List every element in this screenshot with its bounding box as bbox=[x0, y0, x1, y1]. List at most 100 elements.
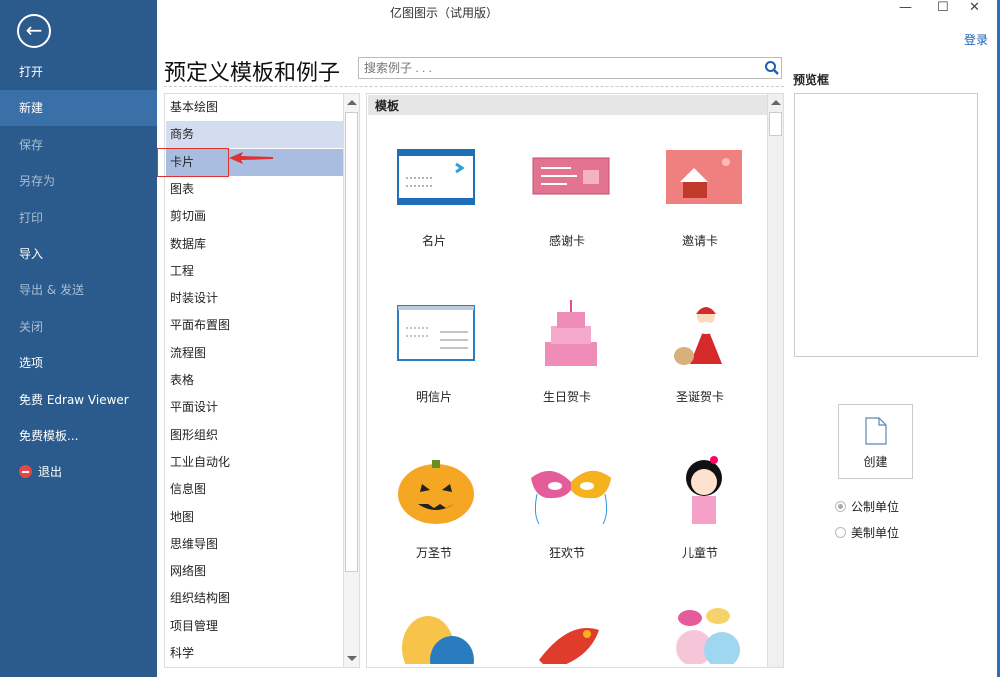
category-item[interactable]: 平面布置图 bbox=[166, 312, 344, 339]
sidebar-item[interactable]: 免费 Edraw Viewer bbox=[0, 382, 157, 418]
sidebar-item-label: 导入 bbox=[19, 247, 43, 261]
page-title: 预定义模板和例子 bbox=[164, 55, 340, 87]
back-arrow-icon[interactable]: ← bbox=[17, 14, 51, 48]
template-tile[interactable]: 生日贺卡 bbox=[502, 276, 632, 426]
category-item[interactable]: 工程 bbox=[166, 258, 344, 285]
sidebar-item-label: 新建 bbox=[19, 101, 43, 115]
category-item[interactable]: 时装设计 bbox=[166, 285, 344, 312]
template-tile[interactable]: 万圣节 bbox=[369, 432, 499, 582]
red-arrow-annotation bbox=[229, 151, 273, 165]
template-thumbnail-icon bbox=[660, 604, 748, 664]
category-item[interactable]: 商务 bbox=[166, 121, 344, 148]
template-tile[interactable] bbox=[635, 588, 765, 666]
category-item[interactable]: 工业自动化 bbox=[166, 449, 344, 476]
create-label: 创建 bbox=[839, 453, 912, 470]
us-units-radio[interactable]: 美制单位 bbox=[835, 524, 899, 541]
category-item[interactable]: 项目管理 bbox=[166, 613, 344, 640]
template-thumbnail-icon bbox=[527, 298, 615, 370]
template-tile[interactable]: 狂欢节 bbox=[502, 432, 632, 582]
template-thumbnail-icon bbox=[660, 298, 748, 370]
category-item[interactable]: 基本绘图 bbox=[166, 94, 344, 121]
category-item[interactable]: 表格 bbox=[166, 367, 344, 394]
template-tile[interactable] bbox=[502, 588, 632, 666]
preview-label: 预览框 bbox=[793, 71, 829, 88]
minimize-button[interactable]: — bbox=[899, 0, 912, 15]
sidebar-item-label: 选项 bbox=[19, 356, 43, 370]
templates-header: 模板 bbox=[368, 95, 768, 115]
sidebar-item-label: 另存为 bbox=[19, 174, 55, 188]
exit-icon bbox=[19, 465, 32, 478]
category-item[interactable]: 图表 bbox=[166, 176, 344, 203]
template-thumbnail-icon bbox=[660, 142, 748, 214]
category-item[interactable]: 思维导图 bbox=[166, 531, 344, 558]
metric-units-radio[interactable]: 公制单位 bbox=[835, 498, 899, 515]
template-tile[interactable]: 邀请卡 bbox=[635, 120, 765, 270]
sidebar-item[interactable]: 打开 bbox=[0, 54, 157, 90]
sidebar-item-label: 免费模板... bbox=[19, 429, 78, 443]
template-thumbnail-icon bbox=[394, 298, 482, 370]
sidebar-item-label: 打印 bbox=[19, 211, 43, 225]
sidebar-item[interactable]: 导出 & 发送 bbox=[0, 272, 157, 308]
divider bbox=[164, 86, 784, 87]
window-title: 亿图图示（试用版） bbox=[390, 4, 498, 21]
template-tile[interactable]: 明信片 bbox=[369, 276, 499, 426]
template-label: 明信片 bbox=[369, 388, 499, 405]
template-thumbnail-icon bbox=[527, 454, 615, 526]
category-item[interactable]: 图形组织 bbox=[166, 422, 344, 449]
sidebar-item-label: 退出 bbox=[38, 465, 62, 479]
category-item[interactable]: 剪切画 bbox=[166, 203, 344, 230]
category-item[interactable]: 数据库 bbox=[166, 231, 344, 258]
template-label: 名片 bbox=[369, 232, 499, 249]
sidebar-item[interactable]: 退出 bbox=[0, 454, 157, 490]
sidebar: ← 打开新建保存另存为打印导入导出 & 发送关闭选项免费 Edraw Viewe… bbox=[0, 0, 157, 677]
category-item[interactable]: 信息图 bbox=[166, 476, 344, 503]
sidebar-item[interactable]: 选项 bbox=[0, 345, 157, 381]
template-label: 感谢卡 bbox=[502, 232, 632, 249]
search-icon[interactable] bbox=[764, 60, 780, 76]
template-label: 儿童节 bbox=[635, 544, 765, 561]
template-label: 万圣节 bbox=[369, 544, 499, 561]
template-tile[interactable] bbox=[369, 588, 499, 666]
template-tile[interactable]: 儿童节 bbox=[635, 432, 765, 582]
template-thumbnail-icon bbox=[394, 454, 482, 526]
template-thumbnail-icon bbox=[527, 142, 615, 214]
category-item[interactable]: 网络图 bbox=[166, 558, 344, 585]
sidebar-item[interactable]: 打印 bbox=[0, 200, 157, 236]
sidebar-item[interactable]: 另存为 bbox=[0, 163, 157, 199]
category-list: 基本绘图商务卡片图表剪切画数据库工程时装设计平面布置图流程图表格平面设计图形组织… bbox=[164, 93, 360, 668]
login-link[interactable]: 登录 bbox=[964, 31, 988, 48]
sidebar-item[interactable]: 保存 bbox=[0, 127, 157, 163]
template-label: 圣诞贺卡 bbox=[635, 388, 765, 405]
template-thumbnail-icon bbox=[394, 604, 482, 664]
template-panel: 模板 名片感谢卡邀请卡明信片生日贺卡圣诞贺卡万圣节狂欢节儿童节 bbox=[366, 93, 784, 668]
category-item[interactable]: 地图 bbox=[166, 504, 344, 531]
template-tile[interactable]: 感谢卡 bbox=[502, 120, 632, 270]
template-tile[interactable]: 名片 bbox=[369, 120, 499, 270]
highlight-box bbox=[157, 148, 229, 177]
sidebar-item[interactable]: 新建 bbox=[0, 90, 157, 126]
sidebar-item-label: 导出 & 发送 bbox=[19, 283, 84, 297]
template-thumbnail-icon bbox=[660, 454, 748, 526]
template-scrollbar[interactable] bbox=[767, 94, 783, 667]
sidebar-item-label: 打开 bbox=[19, 65, 43, 79]
sidebar-item[interactable]: 导入 bbox=[0, 236, 157, 272]
sidebar-item-label: 免费 Edraw Viewer bbox=[19, 393, 129, 407]
category-item[interactable]: 平面设计 bbox=[166, 394, 344, 421]
category-item[interactable]: 流程图 bbox=[166, 340, 344, 367]
template-label: 狂欢节 bbox=[502, 544, 632, 561]
category-scrollbar[interactable] bbox=[343, 94, 359, 667]
document-icon bbox=[865, 417, 887, 445]
preview-box bbox=[794, 93, 978, 357]
search-input[interactable] bbox=[358, 57, 782, 79]
category-item[interactable]: 组织结构图 bbox=[166, 585, 344, 612]
category-item[interactable]: 科学 bbox=[166, 640, 344, 667]
sidebar-item[interactable]: 关闭 bbox=[0, 309, 157, 345]
sidebar-item[interactable]: 免费模板... bbox=[0, 418, 157, 454]
template-thumbnail-icon bbox=[394, 142, 482, 214]
close-button[interactable]: ✕ bbox=[969, 0, 980, 15]
template-label: 生日贺卡 bbox=[502, 388, 632, 405]
maximize-button[interactable]: ☐ bbox=[937, 0, 949, 15]
template-tile[interactable]: 圣诞贺卡 bbox=[635, 276, 765, 426]
create-button[interactable]: 创建 bbox=[838, 404, 913, 479]
template-thumbnail-icon bbox=[527, 604, 615, 664]
